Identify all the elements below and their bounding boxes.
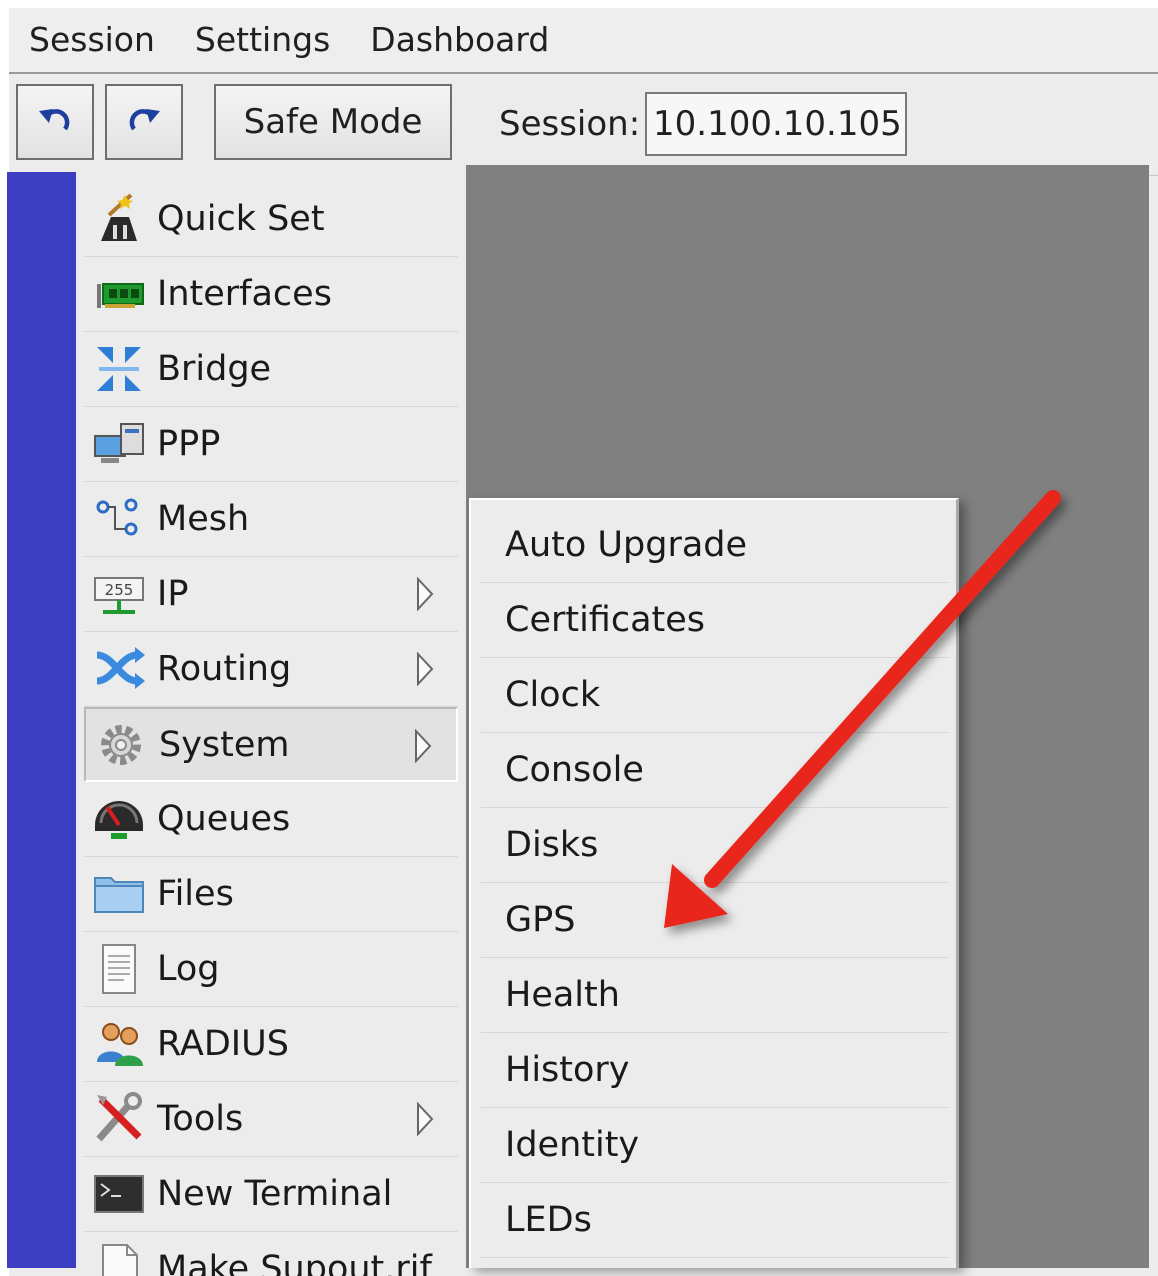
sidebar-item-label: Routing [157, 649, 292, 689]
sidebar-item-label: System [159, 724, 290, 765]
sidebar-menu: Quick Set Interfaces Bridge PPP Mesh 255… [76, 172, 466, 1276]
sidebar-item-mesh[interactable]: Mesh [84, 482, 458, 557]
sidebar-item-radius[interactable]: RADIUS [84, 1007, 458, 1082]
sidebar-item-make-supout[interactable]: Make Supout.rif [84, 1232, 458, 1276]
sidebar-item-label: Tools [157, 1099, 244, 1139]
submenu-item-console[interactable]: Console [481, 733, 949, 808]
sidebar-item-tools[interactable]: Tools [84, 1082, 458, 1157]
network-card-icon [90, 265, 148, 323]
submenu-arrow-icon [417, 1102, 434, 1136]
file-icon [90, 1240, 148, 1276]
session-label: Session: [499, 104, 641, 144]
ppp-icon [90, 415, 148, 473]
submenu-item-certificates[interactable]: Certificates [481, 583, 949, 658]
safe-mode-button[interactable]: Safe Mode [214, 84, 452, 160]
sidebar-item-new-terminal[interactable]: New Terminal [84, 1157, 458, 1232]
submenu-arrow-icon [415, 729, 432, 763]
submenu-item-health[interactable]: Health [481, 958, 949, 1033]
sidebar-item-files[interactable]: Files [84, 857, 458, 932]
sidebar-item-log[interactable]: Log [84, 932, 458, 1007]
sidebar-item-label: Files [157, 874, 234, 914]
sidebar-item-label: Interfaces [157, 274, 332, 314]
sidebar-item-label: Queues [157, 799, 291, 839]
submenu-item-leds[interactable]: LEDs [481, 1183, 949, 1258]
sidebar-item-label: Mesh [157, 499, 250, 539]
sidebar-item-label: Quick Set [157, 199, 325, 239]
gauge-icon [90, 790, 148, 848]
mesh-icon [90, 490, 148, 548]
gear-icon [92, 716, 150, 774]
session-address-field[interactable]: 10.100.10.105 [645, 92, 907, 156]
sidebar-item-label: New Terminal [157, 1174, 393, 1214]
submenu-arrow-icon [417, 652, 434, 686]
sidebar-item-label: RADIUS [157, 1024, 289, 1064]
sidebar-item-quick-set[interactable]: Quick Set [84, 182, 458, 257]
sidebar-item-system[interactable]: System [84, 707, 458, 782]
submenu-item-auto-upgrade[interactable]: Auto Upgrade [481, 508, 949, 583]
svg-text:255: 255 [105, 581, 134, 599]
sidebar-item-label: PPP [157, 424, 221, 464]
submenu-item-clock[interactable]: Clock [481, 658, 949, 733]
ip-icon: 255 [90, 565, 148, 623]
sidebar-item-bridge[interactable]: Bridge [84, 332, 458, 407]
redo-button[interactable] [105, 84, 183, 160]
submenu-item-identity[interactable]: Identity [481, 1108, 949, 1183]
sidebar-item-ppp[interactable]: PPP [84, 407, 458, 482]
submenu-item-history[interactable]: History [481, 1033, 949, 1108]
bridge-icon [90, 340, 148, 398]
sidebar-item-label: Log [157, 949, 220, 989]
submenu-arrow-icon [417, 577, 434, 611]
menu-dashboard[interactable]: Dashboard [350, 8, 569, 73]
routing-icon [90, 640, 148, 698]
sidebar-item-interfaces[interactable]: Interfaces [84, 257, 458, 332]
side-stripe [7, 172, 76, 1268]
sidebar-item-ip[interactable]: 255 IP [84, 557, 458, 632]
wand-icon [90, 190, 148, 248]
undo-button[interactable] [16, 84, 94, 160]
menu-bar: Session Settings Dashboard [9, 8, 1158, 74]
folder-icon [90, 865, 148, 923]
sidebar-item-label: Bridge [157, 349, 272, 389]
terminal-icon [90, 1165, 148, 1223]
undo-icon [39, 109, 70, 131]
system-submenu: Auto Upgrade Certificates Clock Console … [469, 498, 959, 1268]
menu-settings[interactable]: Settings [175, 8, 350, 73]
redo-icon [129, 109, 160, 131]
sidebar-item-label: IP [157, 574, 189, 614]
sidebar-item-label: Make Supout.rif [157, 1249, 432, 1276]
document-icon [90, 940, 148, 998]
menu-session[interactable]: Session [9, 8, 175, 73]
sidebar-item-queues[interactable]: Queues [84, 782, 458, 857]
sidebar-item-routing[interactable]: Routing [84, 632, 458, 707]
toolbar: Safe Mode Session: 10.100.10.105 [9, 76, 1158, 176]
submenu-item-gps[interactable]: GPS [481, 883, 949, 958]
tools-icon [90, 1090, 148, 1148]
users-icon [90, 1015, 148, 1073]
submenu-item-disks[interactable]: Disks [481, 808, 949, 883]
